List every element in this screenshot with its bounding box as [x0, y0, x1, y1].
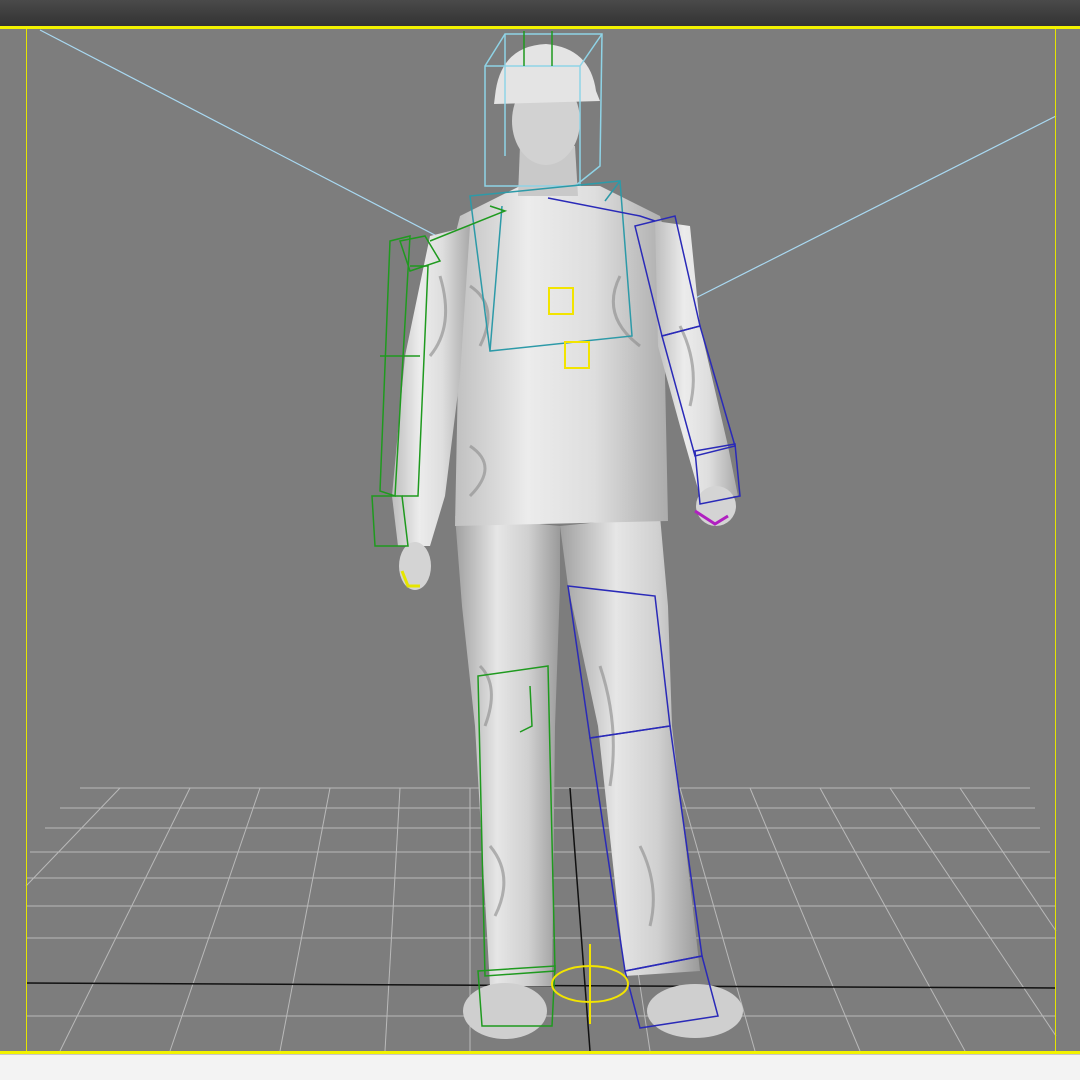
viewport-scene[interactable] [0, 26, 1080, 1054]
right-leg-mesh [560, 516, 700, 976]
hard-hat-mesh [494, 44, 600, 104]
left-hand-mesh [399, 542, 431, 590]
left-leg-mesh [455, 516, 560, 986]
status-bar [0, 1054, 1080, 1080]
3d-application-window [0, 0, 1080, 1080]
3d-viewport[interactable] [0, 26, 1080, 1054]
right-hand-mesh [696, 486, 736, 526]
right-boot-mesh [647, 984, 743, 1038]
left-boot-mesh [463, 983, 547, 1039]
window-title-bar [0, 0, 1080, 26]
character-model[interactable] [392, 44, 743, 1039]
root-node [551, 944, 629, 1024]
